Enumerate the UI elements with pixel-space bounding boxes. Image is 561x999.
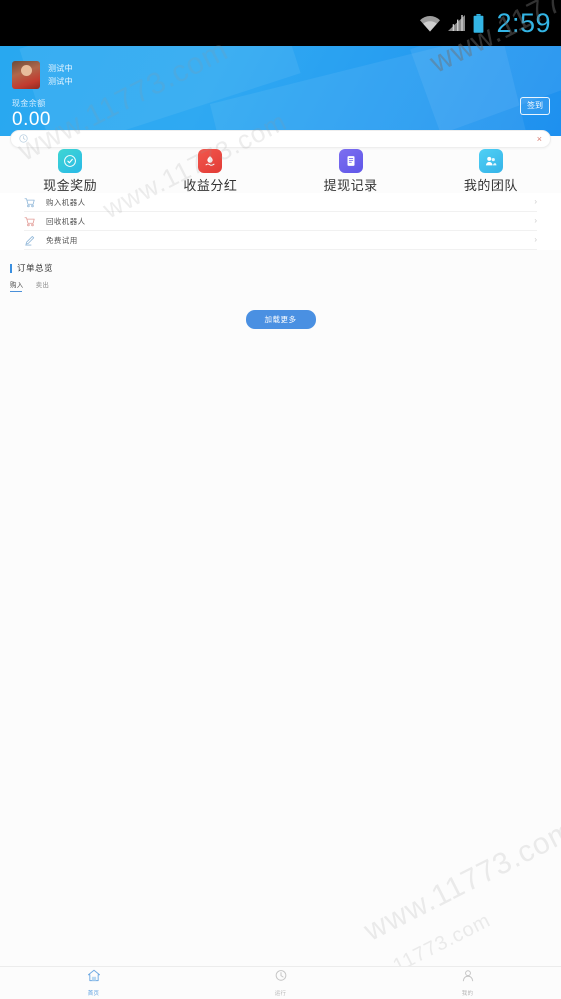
- profile-block[interactable]: 测试中 测试中: [12, 61, 73, 89]
- chevron-right-icon: ›: [534, 235, 537, 244]
- balance-value: 0.00: [12, 109, 51, 130]
- quick-action-grid: 现金奖励 收益分红 提现记录 我的团队: [0, 148, 561, 193]
- bottom-navigation: 首页 运行 我的: [0, 966, 561, 999]
- my-team-icon: [478, 148, 503, 173]
- chevron-right-icon: ›: [534, 197, 537, 206]
- megaphone-icon: [19, 130, 28, 148]
- nav-item-label: 运行: [274, 991, 287, 997]
- quick-action-profit-dividend[interactable]: 收益分红: [140, 148, 280, 193]
- status-bar-clock: 2:59: [496, 7, 551, 38]
- account-header: 测试中 测试中 现金余额 0.00: [0, 46, 561, 136]
- menu-row-free-trial[interactable]: 免费试用 ›: [24, 231, 537, 250]
- withdraw-record-icon: [338, 148, 363, 173]
- quick-action-withdraw-record[interactable]: 提现记录: [281, 148, 421, 193]
- nav-item-running[interactable]: 运行: [187, 967, 374, 999]
- balance-label: 现金余额: [12, 99, 46, 108]
- notice-bar[interactable]: ×: [10, 130, 551, 148]
- menu-row-label: 免费试用: [46, 235, 78, 245]
- status-bar: 2:59: [0, 0, 561, 46]
- tab-buy[interactable]: 购入: [10, 279, 24, 292]
- profile-texts: 测试中 测试中: [48, 62, 73, 88]
- cart-recycle-icon: [24, 216, 35, 227]
- nav-item-label: 首页: [87, 991, 100, 997]
- menu-row-label: 购入机器人: [46, 197, 86, 207]
- section-accent-bar: [10, 263, 12, 273]
- clock-icon: [274, 969, 288, 987]
- order-overview-tabs: 购入 卖出: [0, 279, 561, 292]
- order-overview-section: 订单总览 购入 卖出: [0, 258, 561, 292]
- cellular-signal-icon: [448, 14, 466, 32]
- cash-reward-icon: [58, 148, 83, 173]
- wifi-icon: [419, 15, 441, 32]
- nav-item-mine[interactable]: 我的: [374, 967, 561, 999]
- tab-sell[interactable]: 卖出: [36, 279, 50, 292]
- profile-name: 测试中: [48, 64, 73, 73]
- battery-icon: [473, 13, 484, 33]
- watermark: www.11773.com: [358, 813, 561, 948]
- balance-block: 现金余额 0.00: [12, 98, 51, 131]
- profile-subtitle: 测试中: [48, 77, 73, 86]
- avatar[interactable]: [12, 61, 40, 89]
- pen-trial-icon: [24, 235, 35, 246]
- nav-item-home[interactable]: 首页: [0, 967, 187, 999]
- menu-list: 购入机器人 › 回收机器人 › 免费试用 ›: [0, 193, 561, 250]
- profit-dividend-icon: [198, 148, 223, 173]
- cart-buy-icon: [24, 197, 35, 208]
- menu-row-label: 回收机器人: [46, 216, 86, 226]
- quick-action-label: 提现记录: [323, 177, 378, 193]
- nav-item-label: 我的: [461, 991, 474, 997]
- close-icon[interactable]: ×: [537, 134, 542, 144]
- person-icon: [461, 969, 475, 987]
- quick-action-my-team[interactable]: 我的团队: [421, 148, 561, 193]
- load-more-wrapper: 加载更多: [0, 310, 561, 329]
- phone-screen: 2:59 测试中 测试中 现金余额 0.00 签到 × 现金奖励 收益分红 提现…: [0, 0, 561, 999]
- order-overview-header: 订单总览: [0, 258, 561, 277]
- menu-row-recycle-robot[interactable]: 回收机器人 ›: [24, 212, 537, 231]
- menu-row-buy-robot[interactable]: 购入机器人 ›: [24, 193, 537, 212]
- quick-action-cash-reward[interactable]: 现金奖励: [0, 148, 140, 193]
- home-icon: [87, 969, 101, 987]
- section-title: 订单总览: [17, 263, 54, 273]
- quick-action-label: 现金奖励: [43, 177, 98, 193]
- load-more-button[interactable]: 加载更多: [245, 310, 316, 329]
- quick-action-label: 收益分红: [183, 177, 238, 193]
- checkin-button[interactable]: 签到: [520, 97, 550, 115]
- chevron-right-icon: ›: [534, 216, 537, 225]
- quick-action-label: 我的团队: [463, 177, 518, 193]
